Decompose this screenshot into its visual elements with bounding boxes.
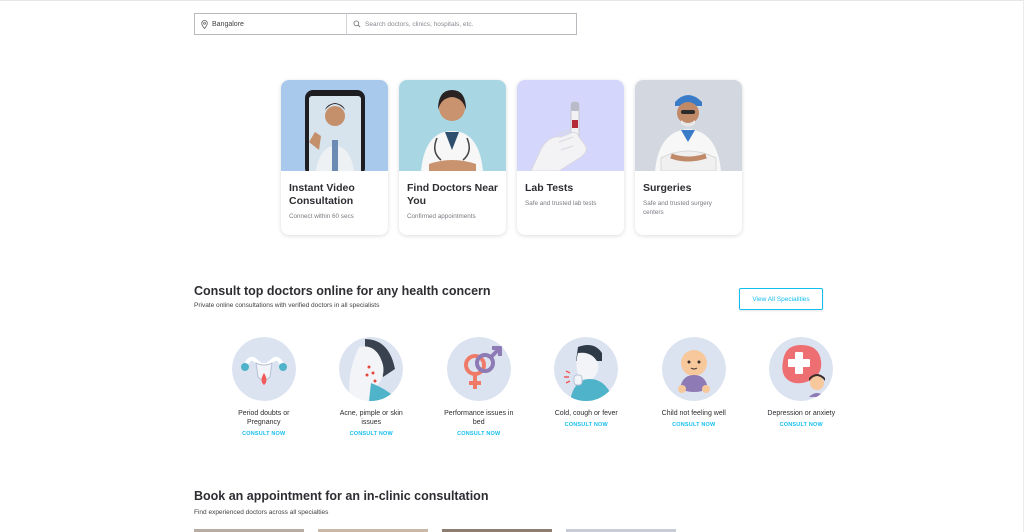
- concern-label: Child not feeling well: [661, 410, 726, 417]
- concern-item-cold-cough[interactable]: Cold, cough or fever CONSULT NOW: [533, 337, 641, 437]
- consult-now-link[interactable]: CONSULT NOW: [350, 431, 393, 437]
- video-consult-illustration: [281, 80, 388, 171]
- search-icon: [353, 20, 361, 28]
- card-subtitle: Confirmed appointments: [407, 213, 476, 220]
- gender-symbols-icon: [446, 337, 511, 401]
- location-pin-icon: [201, 19, 208, 29]
- consult-now-link[interactable]: CONSULT NOW: [672, 422, 715, 428]
- card-title: Find Doctors Near You: [407, 182, 499, 207]
- concern-label: Performance issues in bed: [444, 410, 514, 426]
- consult-now-link[interactable]: CONSULT NOW: [565, 422, 608, 428]
- consult-section-subtitle: Private online consultations with verifi…: [194, 302, 380, 309]
- clinic-section-title: Book an appointment for an in-clinic con…: [194, 489, 489, 503]
- card-title: Lab Tests: [525, 182, 574, 194]
- mental-health-icon: [769, 337, 834, 401]
- uterus-icon: [231, 337, 296, 401]
- location-value: Bangalore: [212, 20, 244, 28]
- lab-test-illustration: [517, 80, 624, 171]
- top-border: [0, 0, 1024, 1]
- surgeon-illustration: [635, 80, 742, 171]
- card-title: Instant Video Consultation: [289, 182, 355, 207]
- search-input[interactable]: Search doctors, clinics, hospitals, etc.: [347, 14, 576, 34]
- card-instant-video-consultation[interactable]: Instant Video Consultation Connect withi…: [281, 80, 388, 235]
- card-find-doctors[interactable]: Find Doctors Near You Confirmed appointm…: [399, 80, 506, 235]
- concern-label: Period doubts or Pregnancy: [238, 410, 290, 426]
- baby-icon: [661, 337, 726, 401]
- concern-label: Depression or anxiety: [767, 410, 836, 417]
- concern-item-depression-anxiety[interactable]: Depression or anxiety CONSULT NOW: [748, 337, 856, 437]
- card-lab-tests[interactable]: Lab Tests Safe and trusted lab tests: [517, 80, 624, 235]
- concern-item-period-pregnancy[interactable]: Period doubts or Pregnancy CONSULT NOW: [210, 337, 318, 437]
- consult-now-link[interactable]: CONSULT NOW: [780, 422, 823, 428]
- search-placeholder: Search doctors, clinics, hospitals, etc.: [365, 20, 474, 28]
- view-all-specialities-button[interactable]: View All Specialities: [739, 288, 823, 310]
- service-cards: Instant Video Consultation Connect withi…: [281, 80, 742, 235]
- consult-section-title: Consult top doctors online for any healt…: [194, 284, 491, 298]
- card-title: Surgeries: [643, 182, 692, 194]
- doctor-illustration: [399, 80, 506, 171]
- coughing-person-icon: [554, 337, 619, 401]
- concern-label: Acne, pimple or skin issues: [339, 410, 403, 426]
- card-surgeries[interactable]: Surgeries Safe and trusted surgery cente…: [635, 80, 742, 235]
- search-bar: Bangalore Search doctors, clinics, hospi…: [194, 13, 577, 35]
- card-subtitle: Safe and trusted surgery centers: [643, 200, 712, 216]
- concern-item-child-unwell[interactable]: Child not feeling well CONSULT NOW: [640, 337, 748, 437]
- consult-now-link[interactable]: CONSULT NOW: [457, 431, 500, 437]
- health-concerns-list: Period doubts or Pregnancy CONSULT NOW A…: [210, 337, 855, 437]
- acne-face-icon: [339, 337, 404, 401]
- concern-label: Cold, cough or fever: [554, 410, 618, 417]
- card-subtitle: Connect within 60 secs: [289, 213, 354, 220]
- concern-item-acne-skin[interactable]: Acne, pimple or skin issues CONSULT NOW: [318, 337, 426, 437]
- clinic-section-subtitle: Find experienced doctors across all spec…: [194, 509, 329, 516]
- concern-item-performance[interactable]: Performance issues in bed CONSULT NOW: [425, 337, 533, 437]
- card-subtitle: Safe and trusted lab tests: [525, 200, 597, 207]
- consult-now-link[interactable]: CONSULT NOW: [242, 431, 285, 437]
- location-field[interactable]: Bangalore: [195, 14, 347, 34]
